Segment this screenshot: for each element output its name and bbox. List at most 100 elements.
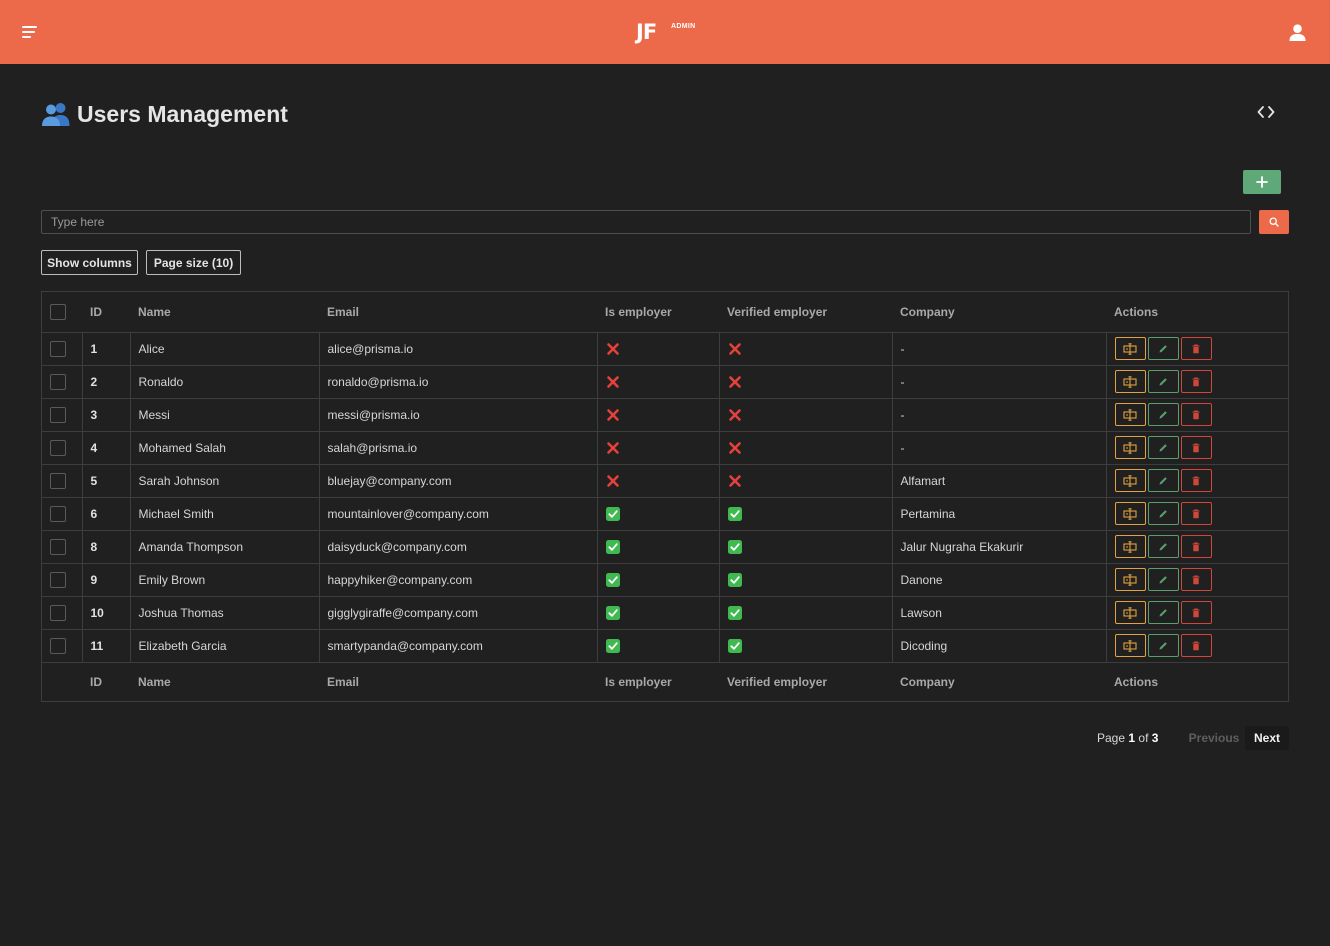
delete-user-button[interactable] bbox=[1180, 403, 1212, 426]
actions-cell bbox=[1106, 497, 1288, 531]
table-row: 3 Messi messi@prisma.io - bbox=[42, 398, 1288, 432]
column-header-is-employer[interactable]: Is employer bbox=[597, 292, 719, 333]
is-employer-cell bbox=[597, 332, 720, 366]
next-page-button[interactable]: Next bbox=[1245, 726, 1289, 750]
cross-mark-icon bbox=[728, 474, 742, 488]
delete-user-button[interactable] bbox=[1180, 436, 1212, 459]
is-employer-cell bbox=[597, 431, 720, 465]
table-row: 4 Mohamed Salah salah@prisma.io - bbox=[42, 431, 1288, 465]
table-row: 11 Elizabeth Garcia smartypanda@company.co… bbox=[42, 629, 1288, 662]
column-header-id[interactable]: ID bbox=[82, 292, 130, 333]
add-user-button[interactable] bbox=[1243, 170, 1281, 194]
view-user-button[interactable] bbox=[1114, 535, 1146, 558]
search-input[interactable] bbox=[41, 210, 1251, 234]
email-cell: smartypanda@company.com bbox=[319, 629, 598, 662]
check-mark-icon bbox=[605, 539, 620, 554]
company-cell: - bbox=[892, 332, 1107, 366]
edit-user-button[interactable] bbox=[1147, 601, 1179, 624]
cross-mark-icon bbox=[728, 375, 742, 389]
edit-user-button[interactable] bbox=[1147, 403, 1179, 426]
name-cell: Ronaldo bbox=[130, 365, 320, 399]
email-cell: messi@prisma.io bbox=[319, 398, 598, 432]
view-user-button[interactable] bbox=[1114, 469, 1146, 492]
edit-user-button[interactable] bbox=[1147, 436, 1179, 459]
company-cell: Pertamina bbox=[892, 497, 1107, 531]
name-cell: Elizabeth Garcia bbox=[130, 629, 320, 662]
edit-user-button[interactable] bbox=[1147, 634, 1179, 657]
name-cell: Amanda Thompson bbox=[130, 530, 320, 564]
verified-employer-cell bbox=[719, 332, 893, 366]
delete-user-button[interactable] bbox=[1180, 337, 1212, 360]
view-user-button[interactable] bbox=[1114, 502, 1146, 525]
row-checkbox[interactable] bbox=[50, 373, 66, 390]
delete-user-button[interactable] bbox=[1180, 469, 1212, 492]
delete-user-button[interactable] bbox=[1180, 502, 1212, 525]
previous-page-button[interactable]: Previous bbox=[1183, 726, 1245, 750]
search-button[interactable] bbox=[1259, 210, 1289, 234]
name-cell: Mohamed Salah bbox=[130, 431, 320, 465]
table-row: 9 Emily Brown happyhiker@company.com Danone bbox=[42, 563, 1288, 597]
column-header-verified-employer[interactable]: Verified employer bbox=[719, 292, 892, 333]
check-mark-icon bbox=[605, 572, 620, 587]
view-user-button[interactable] bbox=[1114, 634, 1146, 657]
check-mark-icon bbox=[605, 506, 620, 521]
users-table: ID Name Email Is employer Verified emplo… bbox=[41, 291, 1289, 702]
show-columns-button[interactable]: Show columns bbox=[41, 250, 138, 275]
view-user-button[interactable] bbox=[1114, 403, 1146, 426]
column-header-company[interactable]: Company bbox=[892, 292, 1106, 333]
hamburger-menu-icon[interactable] bbox=[22, 24, 42, 40]
edit-user-button[interactable] bbox=[1147, 502, 1179, 525]
name-cell: Michael Smith bbox=[130, 497, 320, 531]
row-checkbox[interactable] bbox=[50, 538, 66, 555]
delete-user-button[interactable] bbox=[1180, 535, 1212, 558]
verified-employer-cell bbox=[719, 563, 893, 597]
verified-employer-cell bbox=[719, 398, 893, 432]
app-logo[interactable]: JF ADMIN bbox=[636, 18, 695, 46]
view-user-button[interactable] bbox=[1114, 337, 1146, 360]
logo-mark: JF bbox=[636, 20, 657, 44]
page-size-button[interactable]: Page size (10) bbox=[146, 250, 241, 275]
row-checkbox[interactable] bbox=[50, 637, 66, 654]
row-checkbox[interactable] bbox=[50, 406, 66, 423]
row-checkbox[interactable] bbox=[50, 472, 66, 489]
delete-user-button[interactable] bbox=[1180, 601, 1212, 624]
view-user-button[interactable] bbox=[1114, 568, 1146, 591]
cross-mark-icon bbox=[606, 342, 620, 356]
edit-user-button[interactable] bbox=[1147, 469, 1179, 492]
user-account-icon[interactable] bbox=[1288, 23, 1307, 42]
name-cell: Joshua Thomas bbox=[130, 596, 320, 630]
select-all-cell bbox=[42, 292, 82, 333]
email-cell: alice@prisma.io bbox=[319, 332, 598, 366]
view-user-button[interactable] bbox=[1114, 370, 1146, 393]
delete-user-button[interactable] bbox=[1180, 370, 1212, 393]
column-header-name[interactable]: Name bbox=[130, 292, 319, 333]
row-checkbox[interactable] bbox=[50, 505, 66, 522]
actions-cell bbox=[1106, 332, 1288, 366]
row-checkbox[interactable] bbox=[50, 604, 66, 621]
check-mark-icon bbox=[727, 539, 742, 554]
delete-user-button[interactable] bbox=[1180, 568, 1212, 591]
row-checkbox[interactable] bbox=[50, 340, 66, 357]
row-checkbox[interactable] bbox=[50, 439, 66, 456]
select-all-checkbox[interactable] bbox=[50, 303, 66, 320]
column-footer-verified-employer: Verified employer bbox=[719, 661, 892, 701]
code-view-icon[interactable] bbox=[1256, 103, 1276, 121]
cross-mark-icon bbox=[728, 408, 742, 422]
edit-user-button[interactable] bbox=[1147, 337, 1179, 360]
view-user-button[interactable] bbox=[1114, 436, 1146, 459]
edit-user-button[interactable] bbox=[1147, 535, 1179, 558]
column-footer-email: Email bbox=[319, 661, 597, 701]
row-checkbox[interactable] bbox=[50, 571, 66, 588]
email-cell: salah@prisma.io bbox=[319, 431, 598, 465]
is-employer-cell bbox=[597, 629, 720, 662]
search-icon bbox=[1269, 217, 1279, 227]
view-user-button[interactable] bbox=[1114, 601, 1146, 624]
plus-icon bbox=[1256, 176, 1268, 188]
edit-user-button[interactable] bbox=[1147, 568, 1179, 591]
column-header-email[interactable]: Email bbox=[319, 292, 597, 333]
delete-user-button[interactable] bbox=[1180, 634, 1212, 657]
edit-user-button[interactable] bbox=[1147, 370, 1179, 393]
id-cell: 11 bbox=[82, 629, 131, 662]
table-footer-row: ID Name Email Is employer Verified emplo… bbox=[42, 661, 1288, 701]
company-cell: - bbox=[892, 398, 1107, 432]
